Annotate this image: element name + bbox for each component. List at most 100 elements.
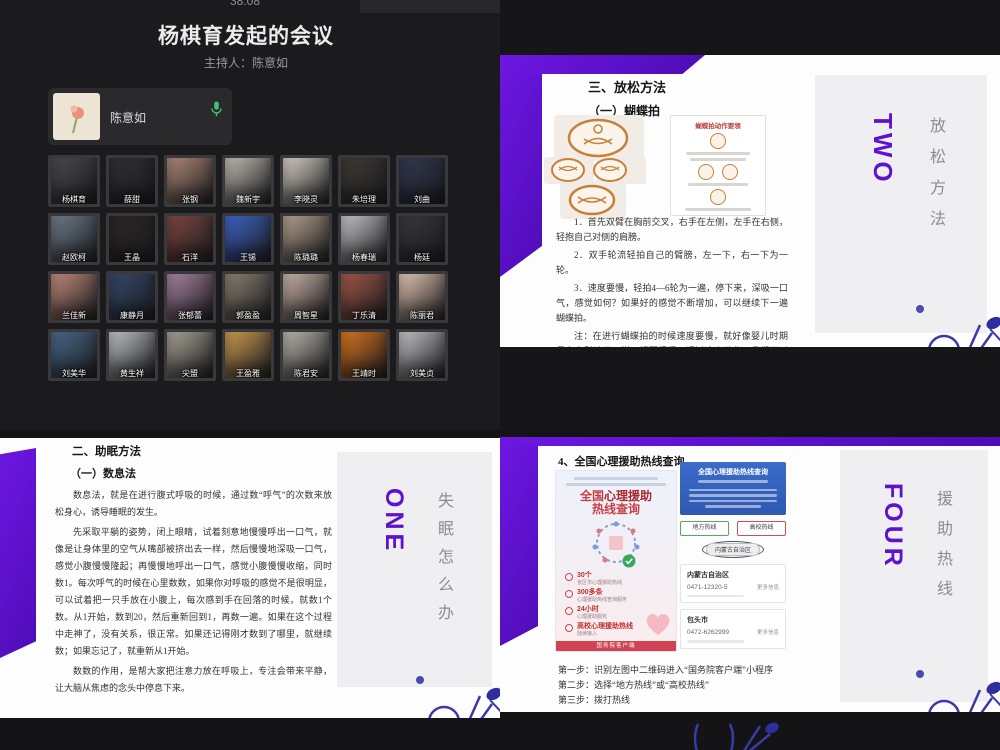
- participant-name: 康静月: [106, 310, 158, 321]
- slide-hotline-lookup: 4、全国心理援助热线查询 全国心理援助 热线查询 30个省区市心理: [500, 437, 1000, 712]
- participant-tile[interactable]: 王盈雅: [222, 329, 274, 381]
- app-panel-title: 全国心理援助热线查询: [685, 467, 781, 477]
- slide-title: 三、放松方法: [588, 77, 666, 96]
- stat-number: 300多条: [577, 589, 627, 597]
- participant-tile[interactable]: 杨廷: [396, 213, 448, 265]
- stat-text: 高校心理援助热线陆续接入: [577, 623, 633, 637]
- slide-title: 4、全国心理援助热线查询: [558, 453, 685, 469]
- hotline-phone: 0472-6262999: [687, 629, 729, 636]
- paragraph: 注：在进行蝴蝶拍的时候速度要慢，就好像婴儿时期母亲安慰孩子一样，轻而缓慢。通过这…: [556, 329, 788, 347]
- participant-tile[interactable]: 王晶: [106, 213, 158, 265]
- campus-hotline-button: 高校热线: [737, 521, 786, 536]
- side-number-en: ONE: [379, 488, 408, 554]
- participant-tile[interactable]: 刘曲: [396, 155, 448, 207]
- stat-number: 30个: [577, 572, 622, 580]
- decorative-doodle: [906, 301, 1000, 347]
- participant-tile[interactable]: 张郁蕾: [164, 271, 216, 323]
- participant-tile[interactable]: 陈璐璐: [280, 213, 332, 265]
- hotline-card: 内蒙古自治区 0471-12320-5更多信息: [680, 564, 786, 604]
- heart-illustration: [643, 611, 673, 637]
- relax-method-paragraphs: 1．首先双臂在胸前交叉，右手在左侧，左手在右侧，轻抱自己对侧的肩膀。2．双手轮流…: [556, 215, 788, 347]
- small-text-line: [688, 183, 747, 186]
- hotline-row: 0471-12320-5更多信息: [687, 583, 779, 591]
- flower-illustration: [53, 93, 100, 140]
- participant-tile[interactable]: 陈君安: [280, 329, 332, 381]
- stat-text: 24小时心理援助服务: [577, 606, 607, 620]
- side-title-cn: 失眠怎么办: [431, 492, 455, 632]
- participant-tile[interactable]: 朱培理: [338, 155, 390, 207]
- participant-tile[interactable]: 刘美贞: [396, 329, 448, 381]
- paragraph: 3．速度要慢，轻拍4—6轮为一遍，停下来，深吸一口气，感觉如何？如果好的感觉不断…: [556, 281, 788, 326]
- step-line: 第三步：拨打热线: [558, 693, 773, 708]
- purple-ribbon-left: [500, 55, 542, 277]
- meeting-title: 杨棋育发起的会议: [0, 20, 492, 50]
- hotline-cards: 内蒙古自治区0471-12320-5更多信息包头市0472-6262999更多信…: [680, 564, 786, 649]
- paragraph: 1．首先双臂在胸前交叉，右手在左侧，左手在右侧，轻抱自己对侧的肩膀。: [556, 215, 788, 245]
- small-text-line: [698, 480, 767, 483]
- participant-name: 杨春瑞: [338, 252, 390, 263]
- mic-icon: [211, 101, 222, 122]
- pin-icon: [565, 573, 573, 581]
- participant-name: 王锡: [222, 252, 274, 263]
- participant-tile[interactable]: 杨棋育: [48, 155, 100, 207]
- qr-ring-illustration: [589, 519, 643, 569]
- small-text-line: [689, 494, 777, 497]
- hotline-region: 内蒙古自治区: [687, 570, 779, 580]
- small-text-line: [687, 595, 744, 598]
- participant-tile[interactable]: 魏新宇: [222, 155, 274, 207]
- stat-text: 300多条心理援助热线查询服务: [577, 589, 627, 603]
- participant-tile[interactable]: 周智星: [280, 271, 332, 323]
- slide-subtitle: （一）数息法: [70, 465, 136, 481]
- participant-tile[interactable]: 赵欧柯: [48, 213, 100, 265]
- participant-tile[interactable]: 陈丽君: [396, 271, 448, 323]
- participant-tile[interactable]: 王靖时: [338, 329, 390, 381]
- decorative-doodle: [690, 720, 780, 750]
- participant-tile[interactable]: 兰佳新: [48, 271, 100, 323]
- slide-title: 二、助眠方法: [72, 443, 141, 459]
- participant-tile[interactable]: 丁乐清: [338, 271, 390, 323]
- participant-tile[interactable]: 尖盟: [164, 329, 216, 381]
- participant-tile[interactable]: 康静月: [106, 271, 158, 323]
- host-avatar: [53, 93, 100, 140]
- participant-tile[interactable]: 黄生祥: [106, 329, 158, 381]
- sleep-method-paragraphs: 数息法，就是在进行腹式呼吸的时候，通过数“呼气”的次数来放松身心，诱导睡眠的发生…: [55, 487, 332, 700]
- paragraph: 数息法，就是在进行腹式呼吸的时候，通过数“呼气”的次数来放松身心，诱导睡眠的发生…: [55, 487, 332, 521]
- small-text-line: [689, 500, 777, 503]
- participant-name: 王靖时: [338, 368, 390, 379]
- participant-tile[interactable]: 杨春瑞: [338, 213, 390, 265]
- decorative-doodle: [906, 666, 1000, 712]
- purple-ribbon-left: [0, 448, 36, 658]
- more-info-link: 更多信息: [757, 583, 779, 591]
- participant-name: 黄生祥: [106, 368, 158, 379]
- participant-name: 魏新宇: [222, 194, 274, 205]
- participant-name: 兰佳新: [48, 310, 100, 321]
- slide-video-hotline: 4、全国心理援助热线查询 全国心理援助 热线查询 30个省区市心理: [500, 430, 1000, 750]
- stat-desc: 省区市心理援助热线: [577, 580, 622, 586]
- participant-name: 郭盈盈: [222, 310, 274, 321]
- stat-desc: 陆续接入: [577, 631, 633, 637]
- region-select-highlight: 内蒙古自治区: [702, 541, 764, 558]
- small-text-line: [566, 483, 667, 486]
- host-participant-card[interactable]: 陈意如: [48, 88, 232, 145]
- participant-tile[interactable]: 李晓灵: [280, 155, 332, 207]
- participant-tile[interactable]: 张钢: [164, 155, 216, 207]
- side-panel-one: ONE 失眠怎么办: [337, 452, 492, 687]
- participant-tile[interactable]: 郭盈盈: [222, 271, 274, 323]
- decorative-doodle: [406, 672, 500, 718]
- more-info-link: 更多信息: [757, 628, 779, 636]
- participant-name: 王晶: [106, 252, 158, 263]
- participant-name: 丁乐清: [338, 310, 390, 321]
- participant-name: 石洋: [164, 252, 216, 263]
- stat-number: 高校心理援助热线: [577, 623, 633, 631]
- participant-tile[interactable]: 石洋: [164, 213, 216, 265]
- participant-tile[interactable]: 王锡: [222, 213, 274, 265]
- participant-name: 陈君安: [280, 368, 332, 379]
- step-line: 第一步：识别左图中二维码进入“国务院客户端”小程序: [558, 663, 773, 678]
- participant-grid: 杨棋育薛甜张钢魏新宇李晓灵朱培理刘曲赵欧柯王晶石洋王锡陈璐璐杨春瑞杨廷兰佳新康静…: [48, 155, 448, 381]
- app-blue-panel: 全国心理援助热线查询: [680, 462, 786, 515]
- side-panel-four: FOUR 援助热线: [840, 450, 988, 702]
- window-corner-fragment: [360, 0, 500, 13]
- participant-tile[interactable]: 薛甜: [106, 155, 158, 207]
- small-text-line: [689, 489, 777, 492]
- participant-tile[interactable]: 刘美华: [48, 329, 100, 381]
